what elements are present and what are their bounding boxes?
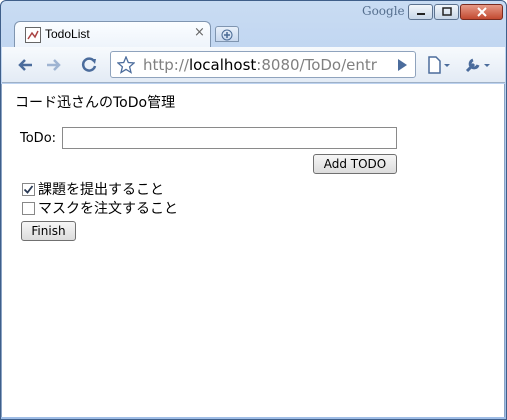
- reload-button[interactable]: [78, 54, 100, 76]
- page-menu-icon: [428, 56, 450, 74]
- page-content: コード迅さんのToDo管理 ToDo: Add TODO 課題を提出すること マ…: [2, 84, 504, 417]
- go-icon: [398, 59, 407, 71]
- tab-close-icon[interactable]: ×: [194, 25, 205, 40]
- checkmark-icon: [23, 184, 34, 194]
- wrench-menu-button[interactable]: [463, 54, 493, 76]
- finish-button[interactable]: Finish: [21, 221, 76, 241]
- add-todo-button[interactable]: Add TODO: [313, 154, 397, 174]
- close-icon: [476, 7, 487, 17]
- address-scheme: http://: [143, 56, 189, 74]
- item-label: 課題を提出すること: [38, 182, 164, 198]
- maximize-icon: [441, 7, 452, 16]
- item-label: マスクを注文すること: [38, 201, 178, 217]
- page-menu-button[interactable]: [425, 54, 453, 76]
- new-tab-button[interactable]: [215, 26, 239, 42]
- star-icon[interactable]: [117, 56, 135, 74]
- forward-button[interactable]: [43, 54, 65, 76]
- window-border-right: [504, 84, 505, 417]
- list-item: マスクを注文すること: [22, 198, 178, 218]
- forward-icon: [47, 59, 61, 71]
- wrench-icon: [465, 58, 490, 73]
- new-tab-icon: [221, 29, 233, 41]
- page-title: コード迅さんのToDo管理: [15, 95, 176, 111]
- toolbar: http://localhost:8080/ToDo/entr: [2, 47, 505, 83]
- address-bar[interactable]: http://localhost:8080/ToDo/entr: [110, 51, 416, 78]
- maximize-button[interactable]: [434, 4, 459, 20]
- back-icon: [18, 59, 32, 71]
- reload-icon: [81, 57, 97, 72]
- favicon: [25, 27, 41, 43]
- minimize-button[interactable]: [408, 4, 433, 20]
- todo-input[interactable]: [62, 127, 397, 149]
- todo-label: ToDo:: [20, 131, 57, 146]
- browser-window: Google TodoList × http://localhost:8080/…: [0, 0, 507, 420]
- list-item: 課題を提出すること: [22, 179, 164, 199]
- address-text: http://localhost:8080/ToDo/entr: [143, 56, 387, 74]
- close-window-button[interactable]: [460, 4, 503, 20]
- back-button[interactable]: [14, 54, 36, 76]
- minimize-icon: [416, 13, 425, 15]
- go-button[interactable]: [391, 54, 413, 76]
- tab-todolist[interactable]: TodoList ×: [14, 21, 211, 47]
- item-checkbox-checked[interactable]: [22, 182, 35, 196]
- tab-title: TodoList: [45, 27, 90, 41]
- brand-label: Google: [362, 4, 405, 18]
- address-path: :8080/ToDo/entr: [256, 56, 377, 74]
- item-checkbox[interactable]: [22, 201, 35, 215]
- address-host: localhost: [188, 56, 257, 74]
